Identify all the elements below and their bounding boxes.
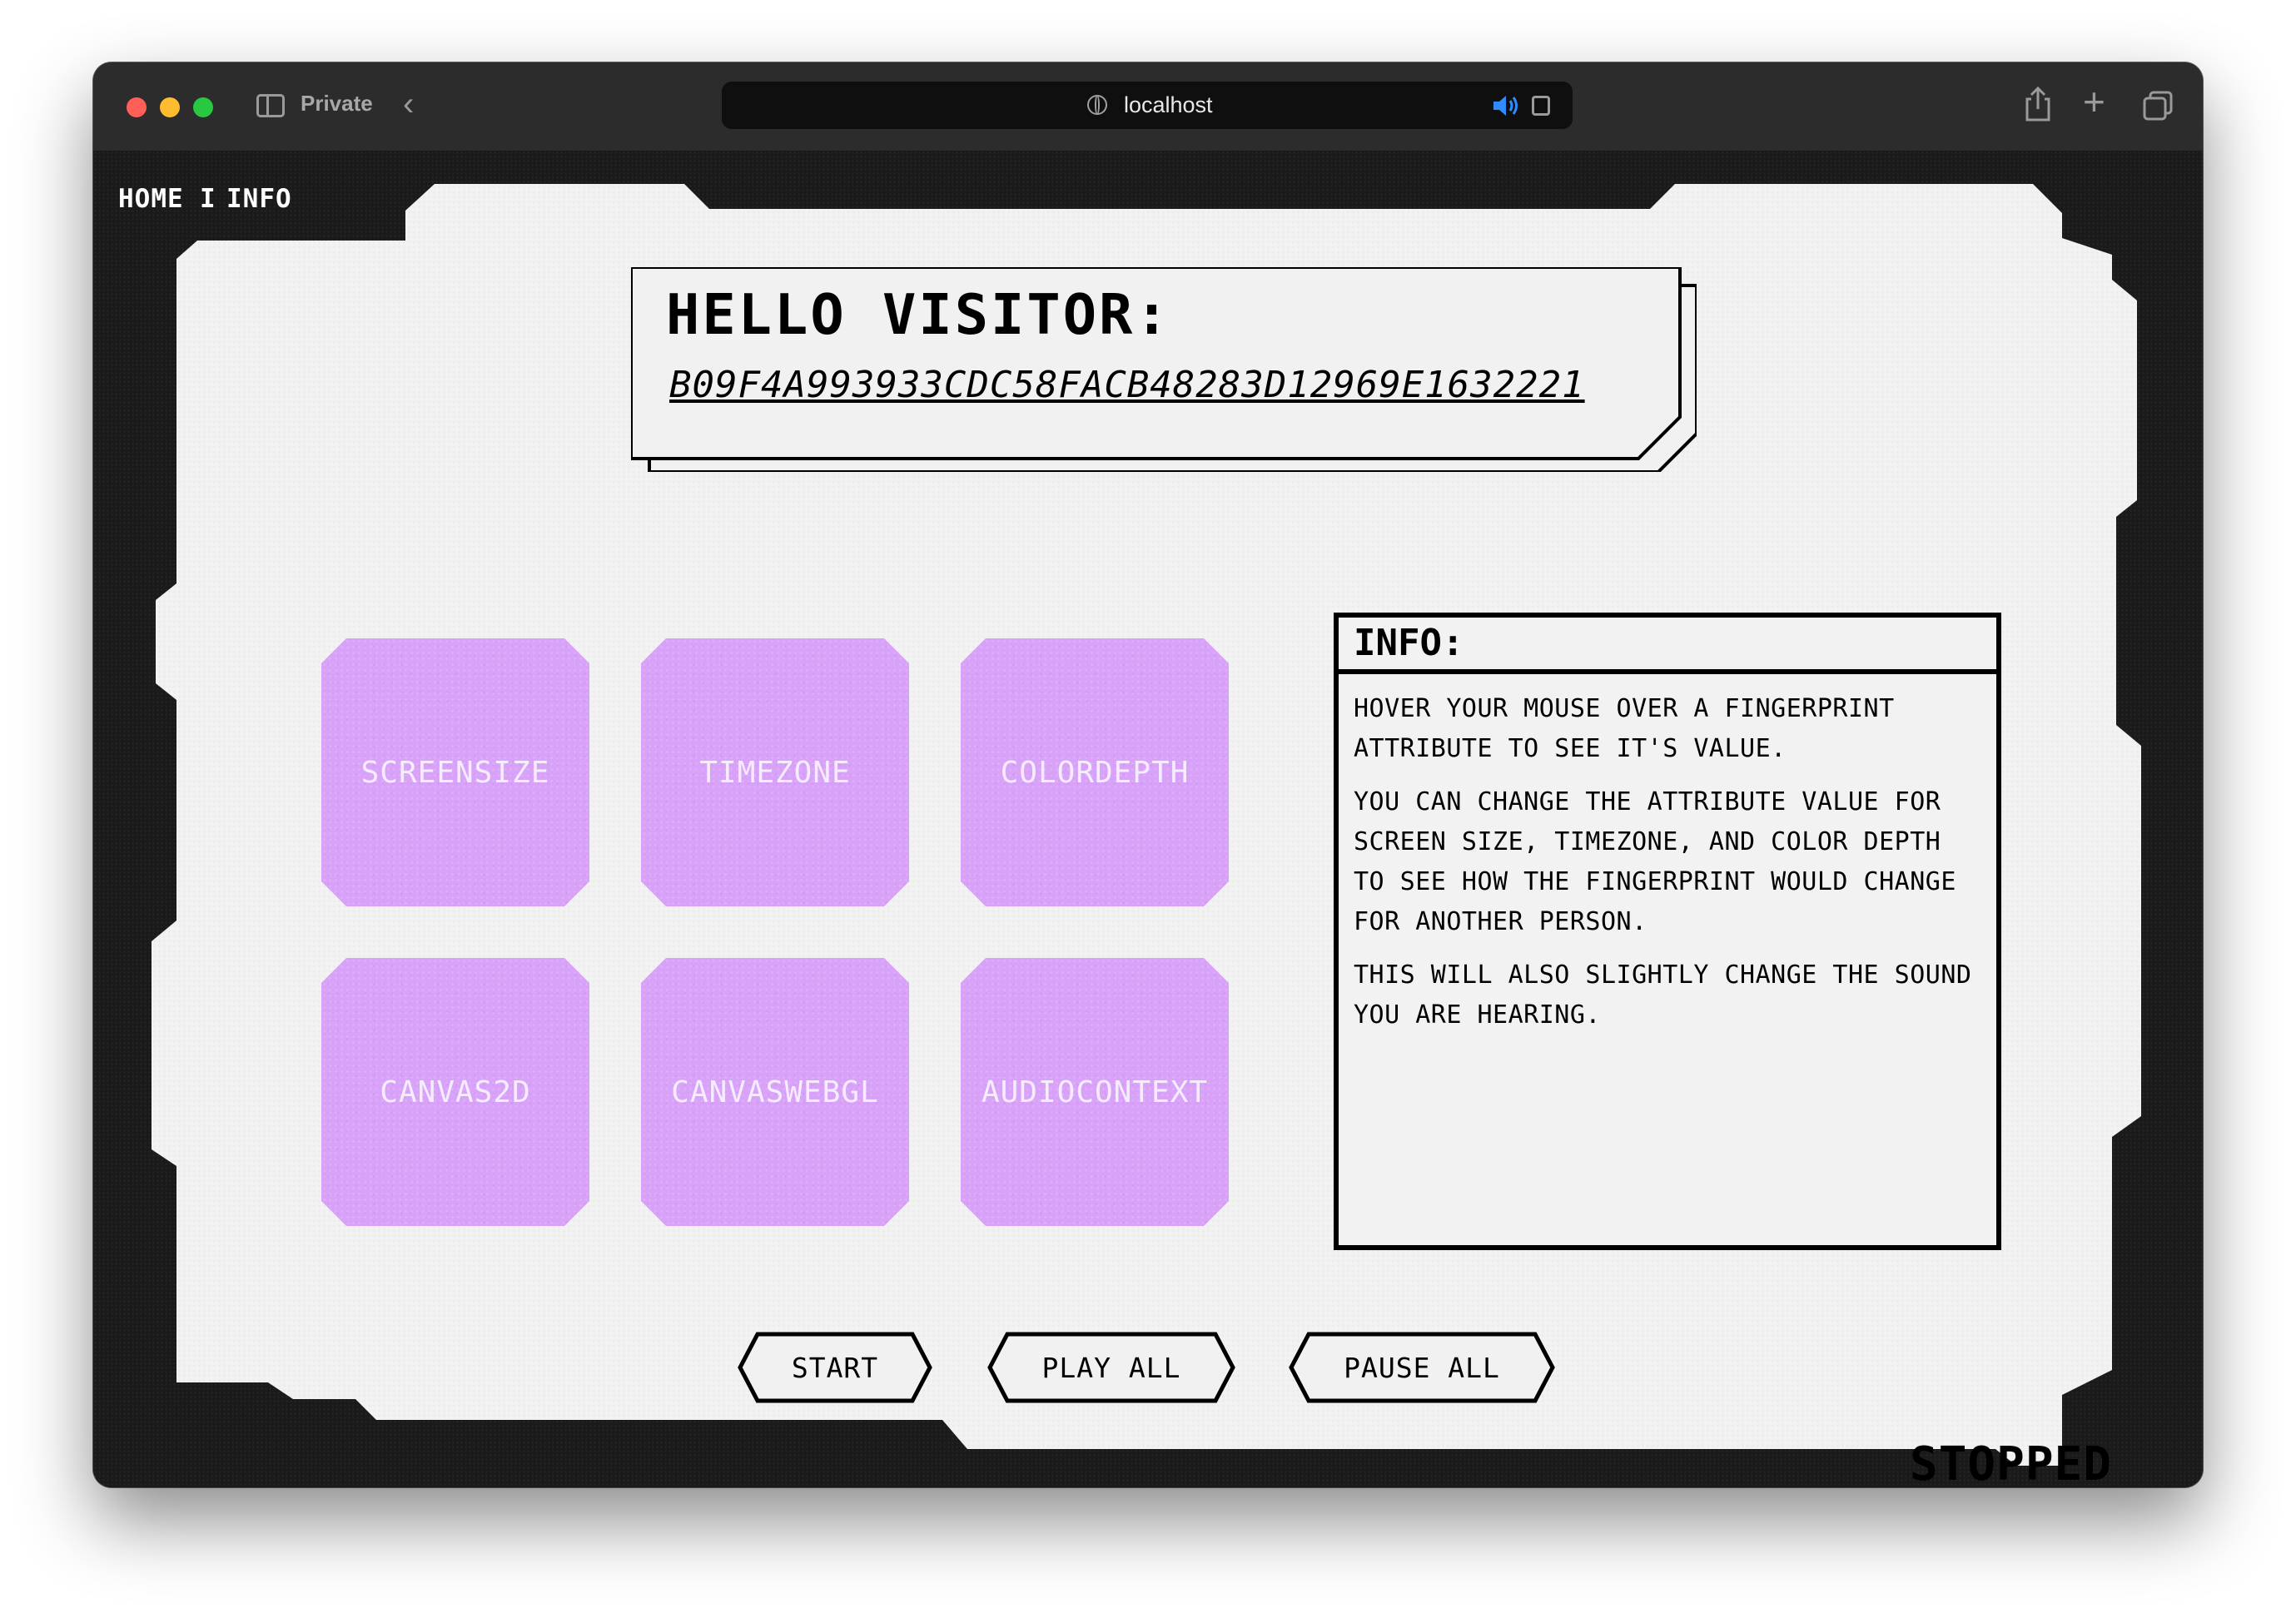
info-paragraph: YOU CAN CHANGE THE ATTRIBUTE VALUE FOR S…	[1354, 787, 1956, 936]
tabs-icon[interactable]	[2143, 91, 2173, 121]
tile-label: SCREENSIZE	[360, 755, 550, 790]
playback-status: STOPPED	[1910, 1437, 2113, 1487]
private-label: Private	[301, 91, 373, 116]
tile-colordepth[interactable]: COLORDEPTH	[961, 638, 1229, 906]
info-panel: INFO: HOVER YOUR MOUSE OVER A FINGERPRIN…	[1334, 613, 2001, 1250]
page-content: HOME I INFO HELLO VISITOR: B09F4A993933C…	[93, 151, 2203, 1487]
zoom-window-button[interactable]	[193, 97, 213, 117]
start-button[interactable]: START	[738, 1332, 932, 1403]
tile-timezone[interactable]: TIMEZONE	[641, 638, 909, 906]
info-body: HOVER YOUR MOUSE OVER A FINGERPRINT ATTR…	[1339, 674, 1996, 1035]
tile-label: CANVASWEBGL	[671, 1075, 879, 1109]
nav-info-link[interactable]: INFO	[226, 184, 292, 214]
speaker-icon[interactable]	[1492, 93, 1522, 118]
info-title: INFO:	[1339, 618, 1996, 674]
tile-canvaswebgl[interactable]: CANVASWEBGL	[641, 958, 909, 1226]
globe-icon	[1087, 95, 1107, 115]
url-text[interactable]: localhost	[1124, 92, 1213, 118]
play-all-button-label: PLAY ALL	[1041, 1351, 1181, 1384]
nav-separator: I	[200, 184, 216, 214]
greeting-title: HELLO VISITOR:	[666, 282, 1171, 347]
visitor-fingerprint-id: B09F4A993933CDC58FACB48283D12969E1632221	[669, 364, 1585, 406]
plus-icon[interactable]: +	[2083, 82, 2105, 121]
tile-label: COLORDEPTH	[1000, 755, 1190, 790]
sidebar-icon[interactable]	[256, 94, 285, 117]
start-button-label: START	[791, 1351, 879, 1384]
tile-label: AUDIOCONTEXT	[981, 1075, 1209, 1109]
minimize-window-button[interactable]	[160, 97, 180, 117]
tile-label: TIMEZONE	[699, 755, 851, 790]
tile-label: CANVAS2D	[380, 1075, 531, 1109]
tile-screensize[interactable]: SCREENSIZE	[321, 638, 589, 906]
close-window-button[interactable]	[127, 97, 147, 117]
browser-toolbar: Private ‹ localhost +	[93, 62, 2203, 151]
info-paragraph: THIS WILL ALSO SLIGHTLY CHANGE THE SOUND…	[1354, 960, 1972, 1030]
play-all-button[interactable]: PLAY ALL	[987, 1332, 1235, 1403]
browser-window: Private ‹ localhost + HOME I INFO HELLO …	[93, 62, 2203, 1487]
share-icon[interactable]	[2023, 86, 2053, 122]
info-paragraph: HOVER YOUR MOUSE OVER A FINGERPRINT ATTR…	[1354, 694, 1895, 763]
tile-canvas2d[interactable]: CANVAS2D	[321, 958, 589, 1226]
pause-all-button-label: PAUSE ALL	[1344, 1351, 1500, 1384]
pause-all-button[interactable]: PAUSE ALL	[1289, 1332, 1555, 1403]
tile-audiocontext[interactable]: AUDIOCONTEXT	[961, 958, 1229, 1226]
nav-home-link[interactable]: HOME	[118, 184, 184, 214]
back-button[interactable]: ‹	[403, 87, 414, 121]
reader-icon[interactable]	[1532, 96, 1550, 116]
